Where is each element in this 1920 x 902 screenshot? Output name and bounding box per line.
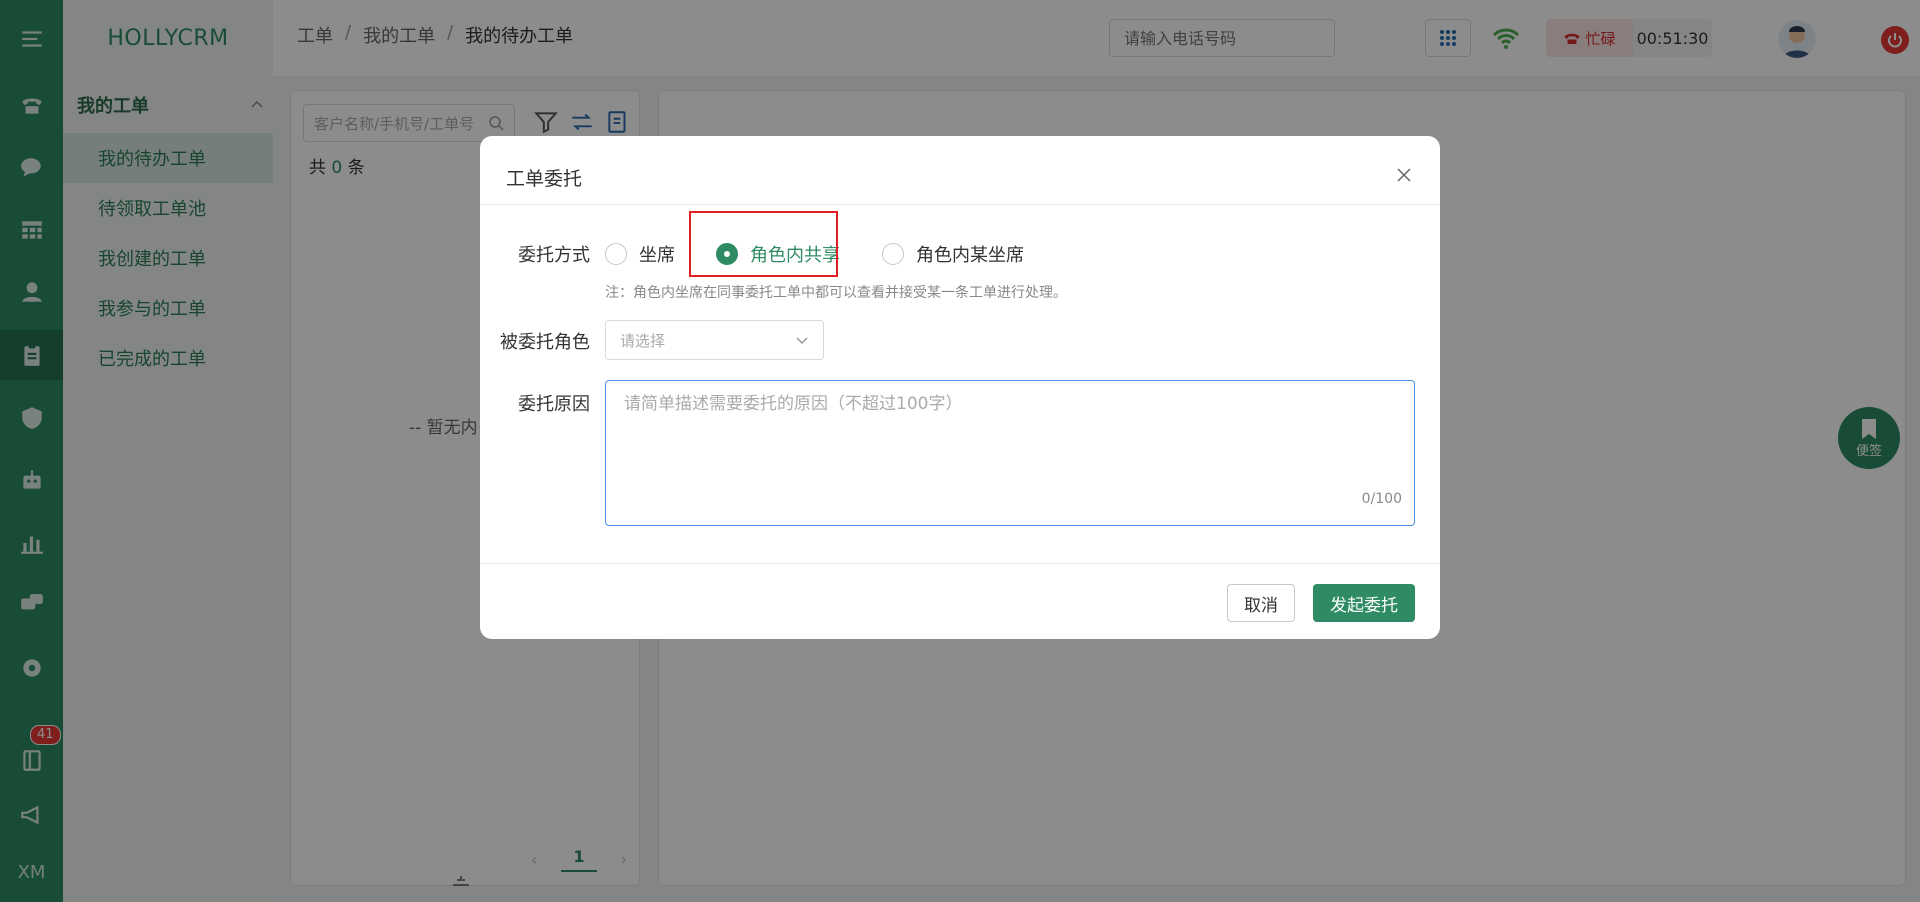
textarea-placeholder: 请简单描述需要委托的原因（不超过100字） — [624, 394, 963, 414]
highlight-box — [689, 211, 838, 277]
char-counter: 0/100 — [1361, 491, 1402, 507]
delegate-dialog: 工单委托 委托方式 坐席 角色内共享 角色内某坐席 注：角色内坐席在同事委托工单… — [480, 136, 1440, 639]
radio-circle — [882, 243, 904, 265]
role-select[interactable]: 请选择 — [605, 320, 824, 360]
dialog-divider — [480, 204, 1440, 205]
reason-label: 委托原因 — [518, 394, 590, 415]
radio-label: 坐席 — [639, 245, 675, 266]
role-label: 被委托角色 — [500, 332, 590, 353]
radio-label: 角色内某坐席 — [916, 245, 1024, 266]
submit-delegate-button[interactable]: 发起委托 — [1313, 584, 1415, 622]
dialog-title: 工单委托 — [506, 168, 583, 190]
close-icon[interactable] — [1395, 166, 1413, 184]
radio-circle — [605, 243, 627, 265]
radio-role-agent[interactable]: 角色内某坐席 — [882, 241, 1024, 267]
chevron-down-icon — [796, 337, 808, 345]
radio-agent[interactable]: 坐席 — [605, 241, 675, 267]
dialog-divider — [480, 563, 1440, 564]
select-placeholder: 请选择 — [620, 331, 666, 350]
reason-textarea[interactable]: 请简单描述需要委托的原因（不超过100字） 0/100 — [605, 380, 1415, 526]
mode-note: 注：角色内坐席在同事委托工单中都可以查看并接受某一条工单进行处理。 — [605, 285, 1067, 301]
cancel-button[interactable]: 取消 — [1227, 584, 1295, 622]
mode-label: 委托方式 — [518, 245, 590, 266]
